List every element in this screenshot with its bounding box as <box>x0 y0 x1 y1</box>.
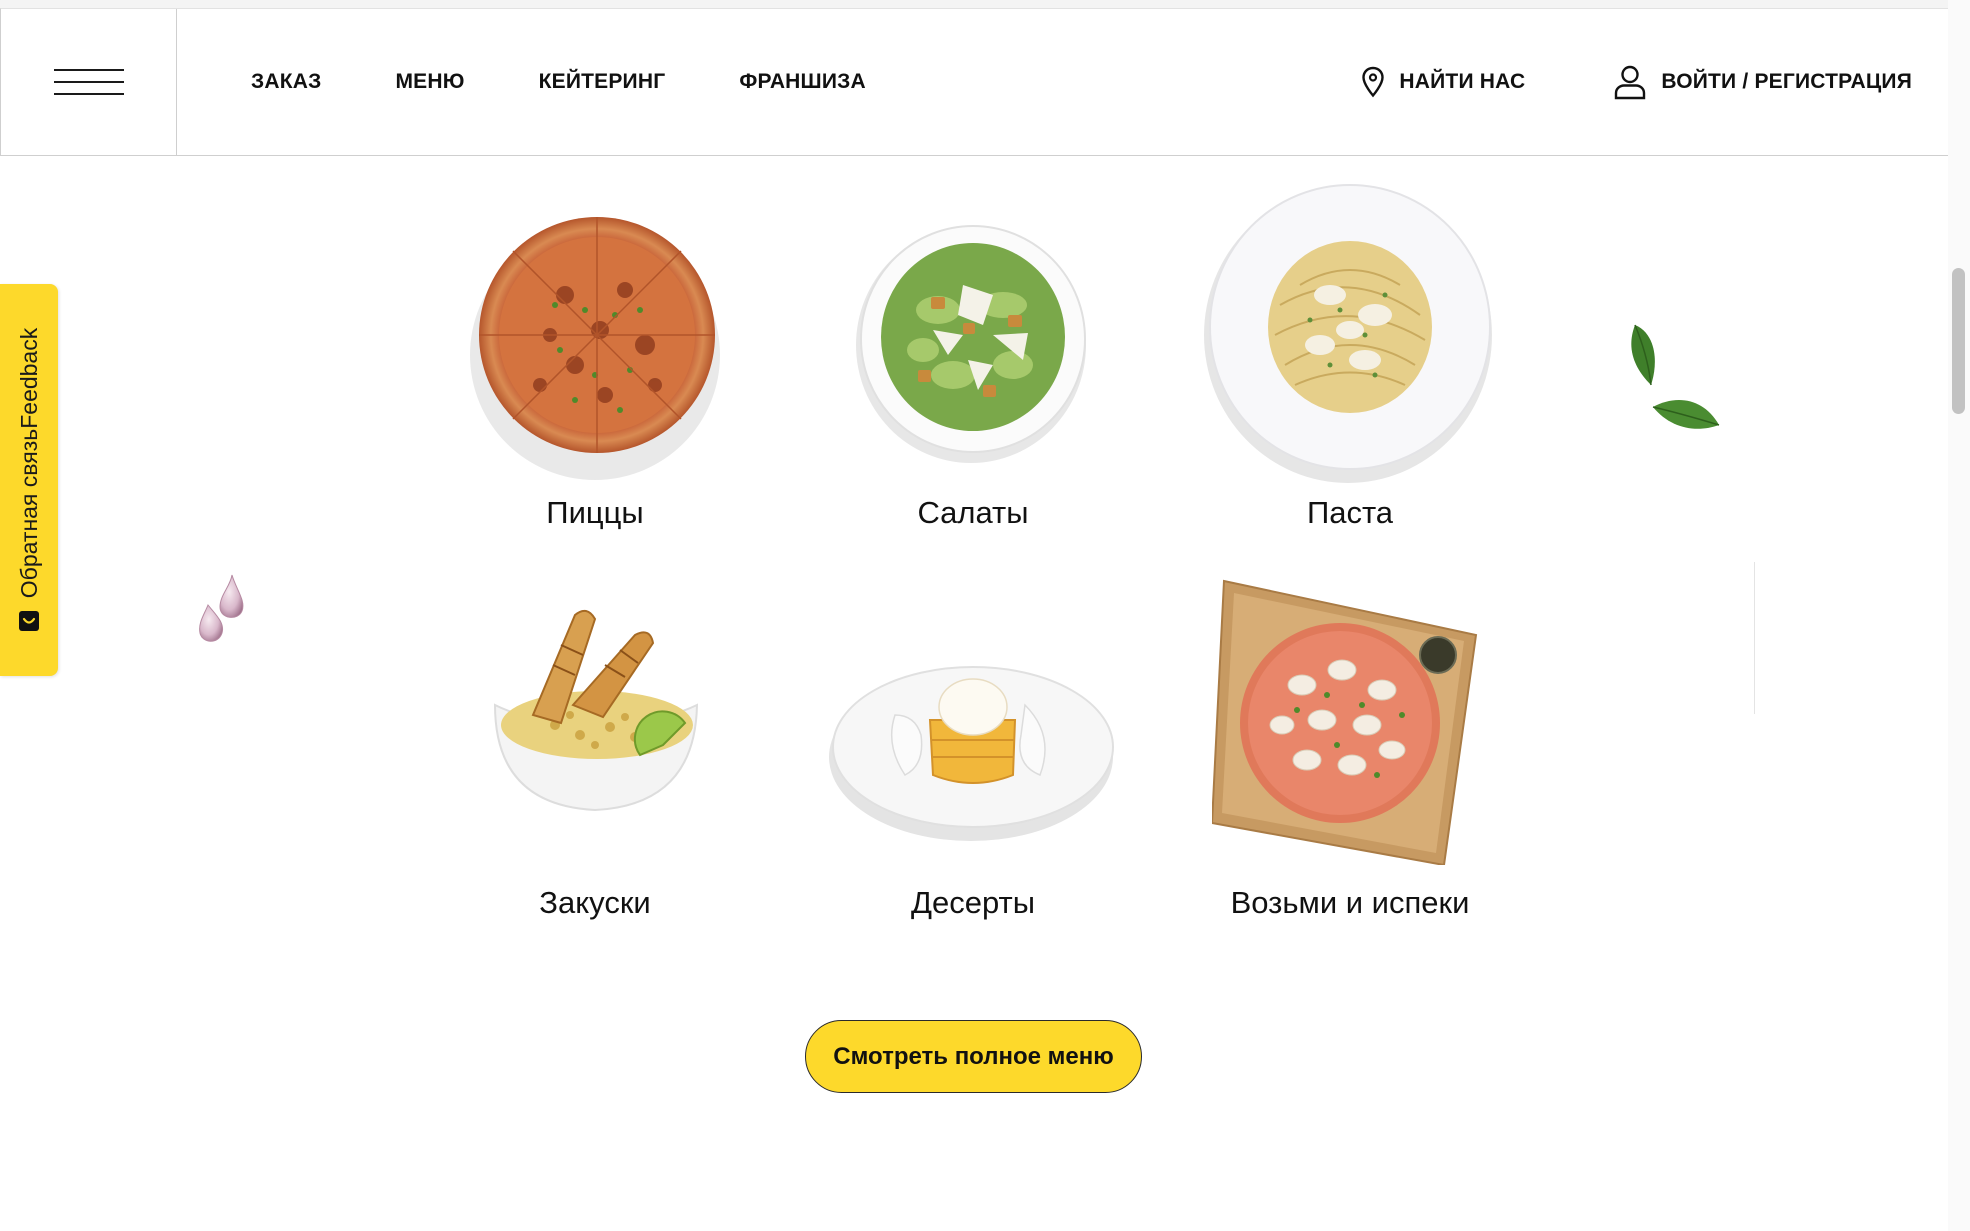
nav-menu-link[interactable]: МЕНЮ <box>395 70 464 94</box>
take-and-bake-image <box>1212 579 1478 865</box>
category-desserts[interactable]: Десерты <box>783 605 1163 935</box>
category-label: Возьми и испеки <box>1230 885 1470 920</box>
user-icon <box>1615 65 1646 100</box>
header-actions: НАЙТИ НАС ВОЙТИ / РЕГИСТРАЦИЯ <box>1361 64 1912 100</box>
content-divider <box>1754 562 1755 714</box>
category-appetizers[interactable]: Закуски <box>405 605 785 935</box>
login-register-label: ВОЙТИ / РЕГИСТРАЦИЯ <box>1661 70 1912 93</box>
category-take-and-bake[interactable]: Возьми и испеки <box>1160 575 1540 935</box>
menu-toggle-button[interactable] <box>1 9 177 155</box>
nav-order-link[interactable]: ЗАКАЗ <box>251 70 321 94</box>
login-register-link[interactable]: ВОЙТИ / РЕГИСТРАЦИЯ <box>1613 64 1912 100</box>
basil-leaves-decoration-image <box>1631 324 1720 429</box>
view-full-menu-button[interactable]: Смотреть полное меню <box>805 1020 1142 1093</box>
category-pizza[interactable]: Пиццы <box>405 195 785 545</box>
category-pasta[interactable]: Паста <box>1160 175 1540 545</box>
category-label: Пиццы <box>546 495 644 530</box>
pasta-image <box>1204 184 1492 483</box>
nav-franchise-link[interactable]: ФРАНШИЗА <box>739 70 866 94</box>
page-scrollbar-thumb[interactable] <box>1952 268 1965 414</box>
find-us-link[interactable]: НАЙТИ НАС <box>1361 66 1525 98</box>
find-us-label: НАЙТИ НАС <box>1399 70 1526 93</box>
top-strip <box>0 0 1948 8</box>
nav-catering-link[interactable]: КЕЙТЕРИНГ <box>539 70 666 94</box>
page-scrollbar-track[interactable] <box>1948 0 1970 1231</box>
main-nav: ЗАКАЗ МЕНЮ КЕЙТЕРИНГ ФРАНШИЗА <box>251 70 940 94</box>
category-label: Паста <box>1306 495 1394 530</box>
hamburger-icon <box>53 69 124 95</box>
pizza-image <box>470 217 720 480</box>
appetizer-image <box>493 609 699 812</box>
feedback-label: Обратная связьFeedback <box>15 327 42 599</box>
location-pin-icon <box>1362 66 1385 98</box>
category-salads[interactable]: Салаты <box>783 195 1163 545</box>
garlic-decoration-image <box>199 574 244 642</box>
dessert-image <box>829 666 1114 841</box>
category-label: Закуски <box>539 885 651 920</box>
category-label: Салаты <box>917 495 1029 530</box>
chat-bubble-icon <box>19 611 39 632</box>
site-header: ЗАКАЗ МЕНЮ КЕЙТЕРИНГ ФРАНШИЗА НАЙТИ НАС … <box>0 8 1948 156</box>
salad-image <box>856 225 1086 463</box>
category-label: Десерты <box>910 885 1035 920</box>
feedback-tab[interactable]: Обратная связьFeedback <box>0 284 58 676</box>
